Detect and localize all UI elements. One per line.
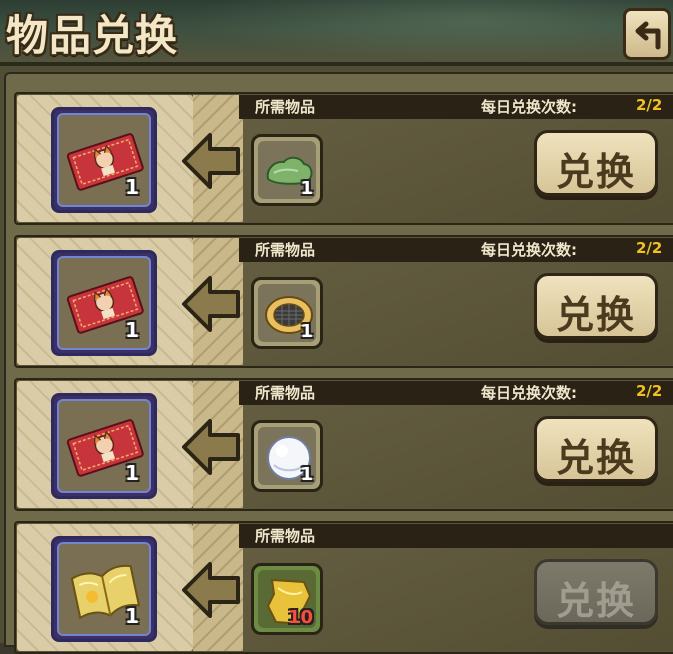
required-items-label: 所需物品 bbox=[255, 241, 316, 259]
exchange-button[interactable]: 兑换 bbox=[534, 416, 658, 482]
daily-limit-label: 每日兑换次数: bbox=[481, 98, 577, 116]
daily-limit-count: 2/2 bbox=[636, 239, 663, 257]
cost-qty: 1 bbox=[300, 178, 313, 199]
exchange-arrow-icon bbox=[182, 133, 240, 189]
page-title: 物品兑换 bbox=[6, 11, 179, 60]
cost-item-slot[interactable]: 10 bbox=[251, 563, 323, 635]
exchange-button-label: 兑换 bbox=[555, 579, 636, 623]
exchange-arrow-icon bbox=[182, 419, 240, 475]
back-arrow-icon bbox=[635, 21, 661, 50]
exchange-row: 所需物品 每日兑换次数: 2/2 1 1 兑换 bbox=[14, 378, 673, 511]
back-button[interactable] bbox=[623, 8, 671, 60]
exchange-arrow-icon bbox=[182, 276, 240, 332]
daily-limit-count: 2/2 bbox=[636, 96, 663, 114]
required-items-label: 所需物品 bbox=[255, 384, 316, 402]
reward-qty: 1 bbox=[125, 318, 139, 342]
exchange-button[interactable]: 兑换 bbox=[534, 559, 658, 625]
daily-limit-label: 每日兑换次数: bbox=[481, 241, 577, 259]
cost-item-slot[interactable]: 1 bbox=[251, 420, 323, 492]
cost-item-slot[interactable]: 1 bbox=[251, 277, 323, 349]
daily-limit-count: 2/2 bbox=[636, 382, 663, 400]
exchange-button-label: 兑换 bbox=[555, 293, 636, 337]
exchange-arrow-icon bbox=[182, 562, 240, 618]
reward-item-slot[interactable]: 1 bbox=[51, 393, 157, 499]
exchange-button-label: 兑换 bbox=[555, 150, 636, 194]
cost-qty: 1 bbox=[300, 464, 313, 485]
reward-item-slot[interactable]: 1 bbox=[51, 107, 157, 213]
reward-item-slot[interactable]: 1 bbox=[51, 250, 157, 356]
exchange-row: 所需物品 每日兑换次数: 2/2 1 1 兑换 bbox=[14, 235, 673, 368]
exchange-button[interactable]: 兑换 bbox=[534, 273, 658, 339]
reward-item-slot[interactable]: 1 bbox=[51, 536, 157, 642]
exchange-row: 所需物品 1 10 兑换 bbox=[14, 521, 673, 654]
reward-qty: 1 bbox=[125, 175, 139, 199]
cost-item-slot[interactable]: 1 bbox=[251, 134, 323, 206]
required-items-label: 所需物品 bbox=[255, 98, 316, 116]
exchange-button-label: 兑换 bbox=[555, 436, 636, 480]
cost-qty: 10 bbox=[287, 607, 313, 628]
reward-qty: 1 bbox=[125, 604, 139, 628]
exchange-row: 所需物品 每日兑换次数: 2/2 1 1 兑换 bbox=[14, 92, 673, 225]
required-items-label: 所需物品 bbox=[255, 527, 316, 545]
daily-limit-label: 每日兑换次数: bbox=[481, 384, 577, 402]
reward-qty: 1 bbox=[125, 461, 139, 485]
exchange-button[interactable]: 兑换 bbox=[534, 130, 658, 196]
cost-qty: 1 bbox=[300, 321, 313, 342]
